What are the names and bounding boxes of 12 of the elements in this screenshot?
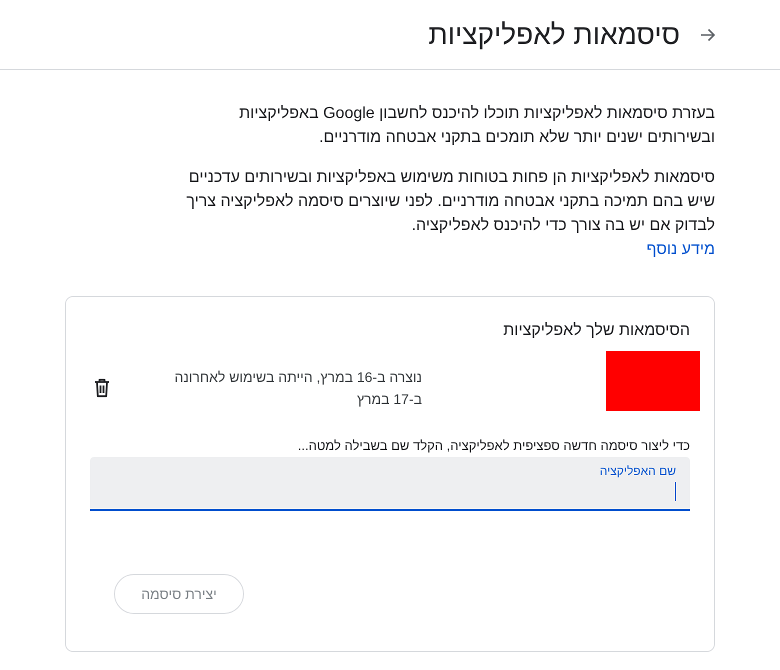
- field-label: שם האפליקציה: [600, 463, 676, 479]
- trash-icon[interactable]: [94, 378, 110, 398]
- page-title: סיסמאות לאפליקציות: [428, 18, 680, 52]
- card-title: הסיסמאות שלך לאפליקציות: [502, 321, 690, 341]
- hint-text: כדי ליצור סיסמה חדשה ספציפית לאפליקציה, הקלד שם בשבילה למטה...: [296, 437, 690, 455]
- learn-more-link[interactable]: מידע נוסף: [646, 238, 715, 262]
- intro-paragraph: סיסמאות לאפליקציות הן פחות בטוחות משימוש באפליקציות ובשירותים עדכניים שיש בהם תמיכה בתקני אבטחה מודרניים. לפני שיוצרים סיסמה לאפליקציה צריך לבדוק אם יש בה צורך כדי להיכנס לאפליקציה.: [185, 168, 715, 236]
- arrow-icon[interactable]: [700, 26, 716, 42]
- intro-paragraph: בעזרת סיסמאות לאפליקציות תוכלו להיכנס לחשבון Google באפליקציות ובשירותים ישנים יותר שלא תומכים בתקני אבטחה מודרניים.: [238, 104, 715, 148]
- text-cursor: [674, 482, 676, 501]
- app-name-field[interactable]: שם האפליקציה: [90, 457, 690, 511]
- password-details: נוצרה ב-16 במרץ, הייתה בשימוש לאחרונה ב-17 במרץ: [173, 368, 422, 409]
